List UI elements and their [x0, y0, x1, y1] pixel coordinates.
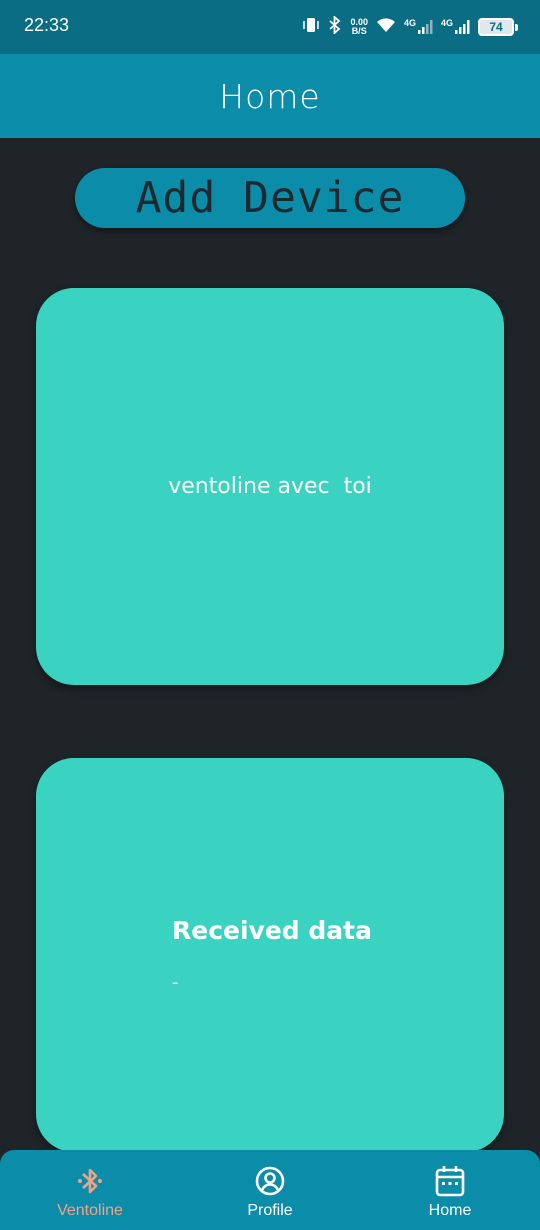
nav-label-profile: Profile: [247, 1202, 293, 1219]
signal-sim2-icon: 4G: [441, 19, 470, 35]
nav-item-ventoline[interactable]: Ventoline: [0, 1150, 180, 1230]
status-icons: 0.00 B/S 4G 4G 74: [302, 14, 518, 40]
signal-sim1-icon: 4G: [404, 19, 433, 35]
status-time: 22:33: [24, 15, 70, 35]
bluetooth-status-icon: [328, 14, 342, 39]
battery-icon: 74: [478, 18, 518, 36]
vibrate-icon: [302, 16, 320, 39]
device-name: ventoline avec toi: [168, 474, 372, 499]
received-data-title: Received data: [172, 916, 372, 945]
received-data-value: -: [172, 972, 179, 993]
bottom-nav: Ventoline Profile Home: [0, 1150, 540, 1230]
calendar-icon: [435, 1164, 465, 1198]
add-device-label: Add Device: [135, 173, 405, 223]
add-device-button[interactable]: Add Device: [75, 168, 465, 228]
page-title: Home: [219, 76, 321, 116]
nav-item-home[interactable]: Home: [360, 1150, 540, 1230]
profile-icon: [254, 1164, 286, 1198]
nav-label-home: Home: [428, 1202, 472, 1219]
wifi-icon: [376, 17, 396, 38]
status-bar: 22:33 0.00 B/S 4G 4G 74: [0, 0, 540, 54]
received-data-card: Received data -: [36, 758, 504, 1152]
nav-item-profile[interactable]: Profile: [180, 1150, 360, 1230]
net-speed: 0.00 B/S: [350, 17, 368, 36]
nav-label-ventoline: Ventoline: [57, 1202, 123, 1219]
device-card[interactable]: ventoline avec toi: [36, 288, 504, 685]
bluetooth-icon: [76, 1164, 104, 1198]
app-header: Home: [0, 54, 540, 138]
